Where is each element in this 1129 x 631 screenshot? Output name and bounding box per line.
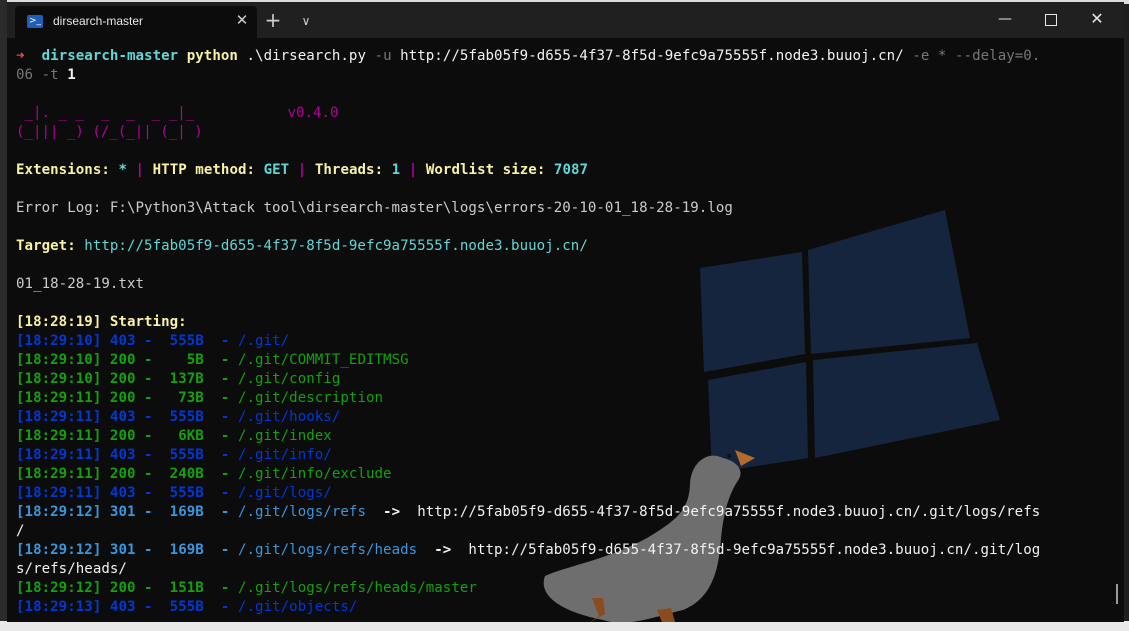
result-row: [18:29:11] 403 - 555B - /.git/info/ xyxy=(16,447,332,463)
result-size: 240B xyxy=(161,466,204,482)
dirsearch-logo: _|. _ _ _ _ _ _|_ v0.4.0 xyxy=(16,105,339,121)
result-status: 403 xyxy=(109,485,136,501)
redirect-url: http://5fab05f9-d655-4f37-8f5d-9efc9a755… xyxy=(468,542,1041,558)
result-path: /.git/config xyxy=(237,371,341,387)
error-log-line: Error Log: F:\Python3\Attack tool\dirsea… xyxy=(16,200,733,216)
result-status: 301 xyxy=(109,542,136,558)
result-time: [18:29:11] xyxy=(16,466,102,482)
scan-results-list: [18:29:10] 403 - 555B - /.git/[18:29:10]… xyxy=(16,332,1101,617)
result-row: [18:29:12] 301 - 169B - /.git/logs/refs … xyxy=(16,504,1041,520)
result-row-wrap: s/refs/heads/ xyxy=(16,561,127,577)
result-time: [18:29:10] xyxy=(16,371,102,387)
result-size: 6KB xyxy=(161,428,204,444)
result-path: /.git/COMMIT_EDITMSG xyxy=(237,352,409,368)
redirect-arrow: -> xyxy=(365,504,418,520)
dirsearch-logo-line2: (_||| _) (/_(_|| (_| ) xyxy=(16,124,203,140)
result-status: 403 xyxy=(109,447,136,463)
scrollbar-thumb[interactable] xyxy=(1116,584,1118,604)
result-size: 555B xyxy=(161,485,204,501)
result-size: 169B xyxy=(161,504,204,520)
result-status: 403 xyxy=(109,599,136,615)
result-row: [18:29:11] 200 - 73B - /.git/description xyxy=(16,390,384,406)
result-path: /.git/description xyxy=(237,390,384,406)
result-path: /.git/objects/ xyxy=(237,599,358,615)
result-status: 301 xyxy=(109,504,136,520)
result-size: 169B xyxy=(161,542,204,558)
result-row: [18:29:10] 200 - 137B - /.git/config xyxy=(16,371,341,387)
result-size: 555B xyxy=(161,599,204,615)
result-status: 200 xyxy=(109,371,136,387)
result-row: [18:29:12] 301 - 169B - /.git/logs/refs/… xyxy=(16,542,1041,558)
result-row: [18:29:13] 403 - 555B - /.git/objects/ xyxy=(16,599,358,615)
result-time: [18:29:10] xyxy=(16,333,102,349)
result-path: /.git/hooks/ xyxy=(237,409,341,425)
result-row: [18:29:11] 200 - 240B - /.git/info/exclu… xyxy=(16,466,392,482)
minimize-button[interactable]: — xyxy=(982,2,1028,38)
tab-dirsearch-master[interactable]: >_ dirsearch-master ✕ xyxy=(15,6,257,38)
result-path: /.git/index xyxy=(237,428,332,444)
result-row: [18:29:10] 200 - 5B - /.git/COMMIT_EDITM… xyxy=(16,352,409,368)
result-path: /.git/logs/refs xyxy=(237,504,366,520)
result-path: /.git/logs/refs/heads/master xyxy=(237,580,477,596)
tab-close-icon[interactable]: ✕ xyxy=(233,11,251,29)
redirect-url: http://5fab05f9-d655-4f37-8f5d-9efc9a755… xyxy=(417,504,1041,520)
result-row: [18:29:10] 403 - 555B - /.git/ xyxy=(16,333,290,349)
result-time: [18:29:10] xyxy=(16,352,102,368)
title-bar[interactable]: >_ dirsearch-master ✕ + ∨ — ✕ xyxy=(7,2,1124,38)
result-path: /.git/logs/refs/heads xyxy=(237,542,418,558)
result-status: 403 xyxy=(109,333,136,349)
command-prompt-line: ➜ dirsearch-master python .\dirsearch.py… xyxy=(16,48,1041,64)
target-line: Target: http://5fab05f9-d655-4f37-8f5d-9… xyxy=(16,238,588,254)
result-size: 5B xyxy=(161,352,204,368)
result-path: /.git/info/exclude xyxy=(237,466,392,482)
powershell-icon: >_ xyxy=(27,15,43,28)
starting-line: [18:28:19] Starting: xyxy=(16,314,187,330)
result-status: 200 xyxy=(109,580,136,596)
tab-title: dirsearch-master xyxy=(53,14,144,28)
result-status: 200 xyxy=(109,428,136,444)
result-time: [18:29:12] xyxy=(16,580,102,596)
new-tab-button[interactable]: + xyxy=(262,10,284,32)
result-time: [18:29:12] xyxy=(16,504,102,520)
result-size: 555B xyxy=(161,447,204,463)
result-size: 151B xyxy=(161,580,204,596)
result-row: [18:29:11] 403 - 555B - /.git/logs/ xyxy=(16,485,332,501)
result-status: 200 xyxy=(109,466,136,482)
result-status: 200 xyxy=(109,352,136,368)
result-row: [18:29:11] 200 - 6KB - /.git/index xyxy=(16,428,332,444)
result-size: 555B xyxy=(161,409,204,425)
result-size: 555B xyxy=(161,333,204,349)
result-time: [18:29:11] xyxy=(16,409,102,425)
desktop-background-left xyxy=(0,0,7,631)
result-row-wrap: / xyxy=(16,523,25,539)
result-status: 403 xyxy=(109,409,136,425)
result-row: [18:29:12] 200 - 151B - /.git/logs/refs/… xyxy=(16,580,477,596)
desktop-background-bottom xyxy=(0,621,1129,631)
result-time: [18:29:11] xyxy=(16,485,102,501)
result-size: 137B xyxy=(161,371,204,387)
tab-dropdown-chevron-icon[interactable]: ∨ xyxy=(296,11,316,31)
terminal-content[interactable]: ➜ dirsearch-master python .\dirsearch.py… xyxy=(7,38,1124,622)
result-path: /.git/ xyxy=(237,333,290,349)
maximize-icon xyxy=(1045,13,1057,26)
result-time: [18:29:11] xyxy=(16,447,102,463)
result-path: /.git/info/ xyxy=(237,447,332,463)
result-row: [18:29:11] 403 - 555B - /.git/hooks/ xyxy=(16,409,341,425)
maximize-button[interactable] xyxy=(1028,2,1074,38)
result-size: 73B xyxy=(161,390,204,406)
result-time: [18:29:13] xyxy=(16,599,102,615)
command-prompt-line-wrap: 06 -t 1 xyxy=(16,67,76,83)
terminal-output: ➜ dirsearch-master python .\dirsearch.py… xyxy=(16,47,1101,617)
redirect-arrow: -> xyxy=(417,542,469,558)
terminal-window: >_ dirsearch-master ✕ + ∨ — ✕ ➜ dirsearc… xyxy=(7,2,1124,622)
result-path: /.git/logs/ xyxy=(237,485,332,501)
report-file-line: 01_18-28-19.txt xyxy=(16,276,145,292)
result-time: [18:29:11] xyxy=(16,390,102,406)
result-status: 200 xyxy=(109,390,136,406)
version-label: v0.4.0 xyxy=(287,105,339,121)
result-time: [18:29:12] xyxy=(16,542,102,558)
result-time: [18:29:11] xyxy=(16,428,102,444)
close-window-button[interactable]: ✕ xyxy=(1074,2,1120,38)
config-info-line: Extensions: * | HTTP method: GET | Threa… xyxy=(16,162,589,178)
